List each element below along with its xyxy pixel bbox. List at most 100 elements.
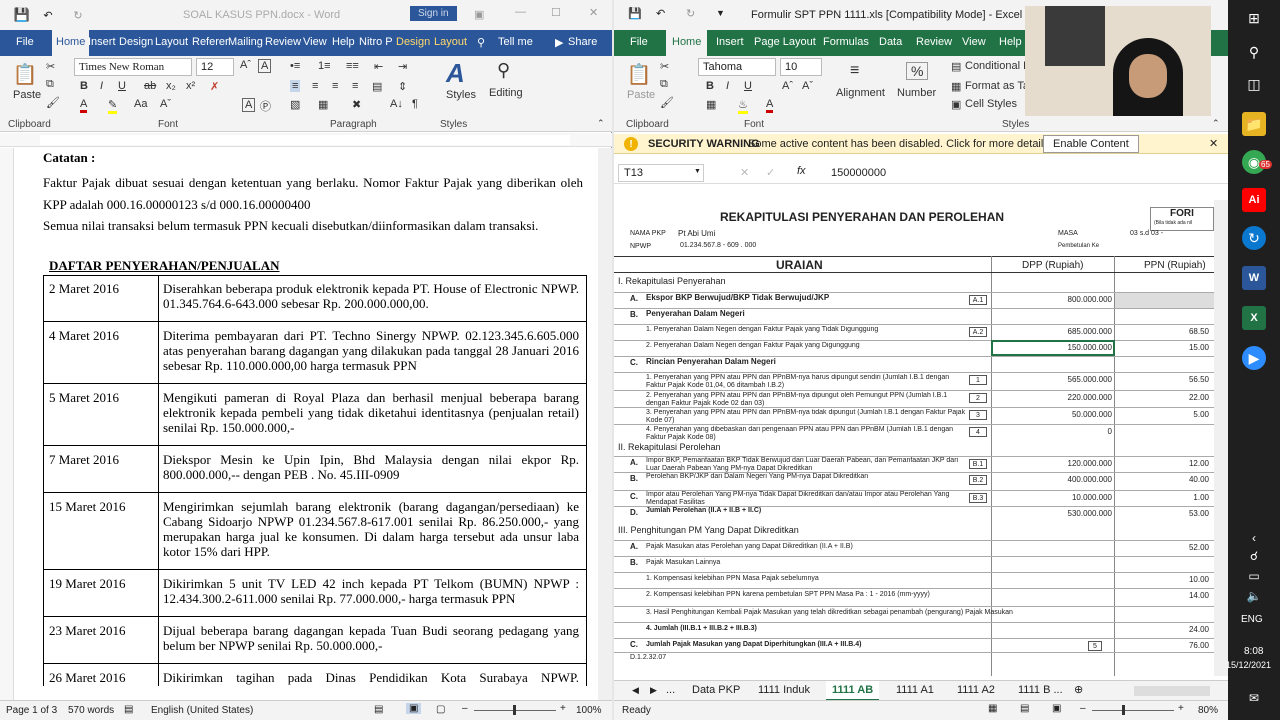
search-icon[interactable]: ⚲ — [1242, 40, 1266, 64]
zoom-level[interactable]: 80% — [1198, 705, 1218, 716]
tab-insert[interactable]: Insert — [716, 36, 744, 48]
shading-icon[interactable]: ▧ — [290, 98, 300, 111]
alignment-button[interactable]: Alignment — [836, 87, 885, 99]
borders-icon[interactable]: ▦ — [706, 98, 716, 111]
undo-icon[interactable]: ↶ — [656, 7, 665, 20]
align-right-icon[interactable]: ≡ — [332, 80, 338, 92]
table-row[interactable]: 4 Maret 2016 Diterima pembayaran dari PT.… — [43, 322, 587, 384]
name-box-dropdown-icon[interactable]: ▼ — [694, 168, 701, 175]
prev-sheet-icon[interactable]: ◀ — [632, 685, 639, 696]
format-painter-icon[interactable]: 🖌 — [46, 96, 60, 109]
font-name-select[interactable]: Tahoma — [698, 58, 776, 76]
undo-icon[interactable]: ↶ — [40, 7, 56, 23]
formula-input[interactable]: 150000000 — [831, 167, 886, 179]
save-icon[interactable]: 💾 — [628, 7, 642, 20]
dpp-cell[interactable]: 220.000.000 — [994, 393, 1113, 402]
clock-time[interactable]: 8:08 — [1244, 646, 1263, 657]
dpp-cell[interactable]: 50.000.000 — [994, 410, 1112, 419]
shrink-font-icon[interactable]: Aˇ — [160, 98, 171, 110]
sheet-tab-1111-a1[interactable]: 1111 A1 — [896, 684, 934, 696]
table-row[interactable]: 2 Maret 2016 Diserahkan beberapa produk e… — [43, 275, 587, 322]
bold-icon[interactable]: B — [80, 80, 88, 92]
zoom-level[interactable]: 100% — [576, 705, 602, 716]
zoom-slider[interactable] — [1092, 710, 1174, 711]
tab-table-design[interactable]: Design — [396, 36, 430, 48]
styles-icon[interactable]: A — [446, 58, 465, 89]
sheet-tab-1111-ab[interactable]: 1111 AB — [826, 681, 880, 701]
font-color-icon[interactable]: A — [80, 98, 88, 113]
excel-taskbar-icon[interactable]: X — [1242, 306, 1266, 330]
ppn-cell[interactable]: 56.50 — [1117, 375, 1209, 384]
ppn-cell[interactable]: 24.00 — [1117, 625, 1209, 634]
justify-icon[interactable]: ≡ — [352, 80, 358, 92]
close-icon[interactable]: ✕ — [589, 6, 598, 19]
numbering-icon[interactable]: 1≡ — [318, 60, 331, 72]
tab-view[interactable]: View — [962, 36, 986, 48]
paste-button[interactable]: Paste — [13, 89, 41, 101]
format-table-icon[interactable]: ▦ — [951, 80, 961, 93]
table-row[interactable]: 7 Maret 2016 Diekspor Mesin ke Upin Ipin,… — [43, 446, 587, 493]
dpp-cell[interactable]: 0 — [994, 427, 1112, 436]
grow-font-icon[interactable]: Aˆ — [240, 59, 251, 71]
security-warning-text[interactable]: Some active content has been disabled. C… — [748, 138, 1052, 150]
table-row[interactable]: 15 Maret 2016 Mengirimkan sejumlah barang… — [43, 493, 587, 570]
proofing-icon[interactable]: ▤ — [124, 704, 133, 715]
tab-help[interactable]: Help — [332, 36, 355, 48]
tab-file[interactable]: File — [630, 36, 648, 48]
font-size-select[interactable]: 10 — [780, 58, 822, 76]
copy-icon[interactable]: ⧉ — [46, 78, 54, 91]
find-icon[interactable]: ⚲ — [497, 60, 510, 81]
font-size-menu-icon[interactable]: Aa — [134, 98, 147, 110]
dpp-cell[interactable]: 120.000.000 — [994, 459, 1113, 468]
tab-insert[interactable]: Insert — [88, 36, 116, 48]
insert-function-icon[interactable]: fx — [797, 165, 806, 177]
ppn-cell[interactable]: 12.00 — [1117, 459, 1209, 468]
horizontal-ruler[interactable] — [0, 133, 612, 147]
clear-format-icon[interactable]: ✗ — [210, 80, 219, 93]
underline-icon[interactable]: U — [744, 80, 752, 92]
tab-home[interactable]: Home — [52, 30, 90, 56]
paste-icon[interactable]: 📋 — [627, 62, 652, 86]
bullets-icon[interactable]: •≡ — [290, 60, 300, 72]
tab-nitro[interactable]: Nitro P — [359, 36, 393, 48]
tab-layout[interactable]: Layout — [155, 36, 188, 48]
sheet-tab-data-pkp[interactable]: Data PKP — [692, 684, 740, 696]
enter-formula-icon[interactable]: ✓ — [766, 166, 775, 179]
redo-icon[interactable]: ↻ — [686, 7, 695, 20]
print-layout-icon[interactable]: ▣ — [406, 703, 422, 714]
dpp-cell[interactable]: 565.000.000 — [994, 375, 1113, 384]
font-name-select[interactable]: Times New Roman — [74, 58, 192, 76]
cancel-formula-icon[interactable]: ✕ — [740, 166, 749, 179]
fill-color-icon[interactable]: ♨ — [738, 98, 748, 114]
dpp-cell[interactable]: 530.000.000 — [994, 509, 1113, 518]
highlight-icon[interactable]: ✎ — [108, 98, 118, 114]
change-case-icon[interactable]: A — [258, 59, 272, 73]
zoom-slider-thumb[interactable] — [513, 705, 516, 715]
strikethrough-icon[interactable]: ab — [144, 80, 156, 92]
close-warning-icon[interactable]: ✕ — [1209, 137, 1218, 150]
sheet-tab-1111-induk[interactable]: 1111 Induk — [758, 684, 810, 696]
underline-icon[interactable]: U — [118, 80, 126, 92]
italic-icon[interactable]: I — [100, 80, 103, 92]
zoom-in-icon[interactable]: + — [1178, 703, 1184, 714]
align-left-icon[interactable]: ≡ — [290, 80, 301, 92]
zoom-in-icon[interactable]: + — [560, 703, 566, 714]
cell-styles-icon[interactable]: ▣ — [951, 98, 961, 111]
pilcrow-icon[interactable]: ¶ — [412, 98, 418, 110]
tab-file[interactable]: File — [16, 36, 34, 48]
sheet-tab-1111-b[interactable]: 1111 B ... — [1018, 684, 1063, 696]
asian-layout-icon[interactable]: ✖ — [352, 98, 361, 111]
ribbon-display-icon[interactable]: ▣ — [474, 8, 484, 21]
conditional-format-button[interactable]: Conditional F — [965, 60, 1030, 72]
cut-icon[interactable]: ✂ — [660, 60, 669, 73]
minimize-icon[interactable]: — — [515, 6, 526, 18]
collapse-ribbon-icon[interactable]: ⌃ — [1212, 118, 1220, 129]
clock-date[interactable]: 15/12/2021 — [1226, 660, 1271, 670]
paste-icon[interactable]: 📋 — [13, 62, 38, 86]
table-row[interactable]: 19 Maret 2016 Dikirimkan 5 unit TV LED 42… — [43, 570, 587, 617]
character-shading-icon[interactable]: A — [242, 98, 256, 112]
table-row[interactable]: 5 Maret 2016 Mengikuti pameran di Royal P… — [43, 384, 587, 446]
volume-icon[interactable]: 🔈 — [1242, 584, 1266, 608]
line-spacing-icon[interactable]: ⇕ — [398, 80, 407, 93]
dpp-cell[interactable]: 400.000.000 — [994, 475, 1113, 484]
